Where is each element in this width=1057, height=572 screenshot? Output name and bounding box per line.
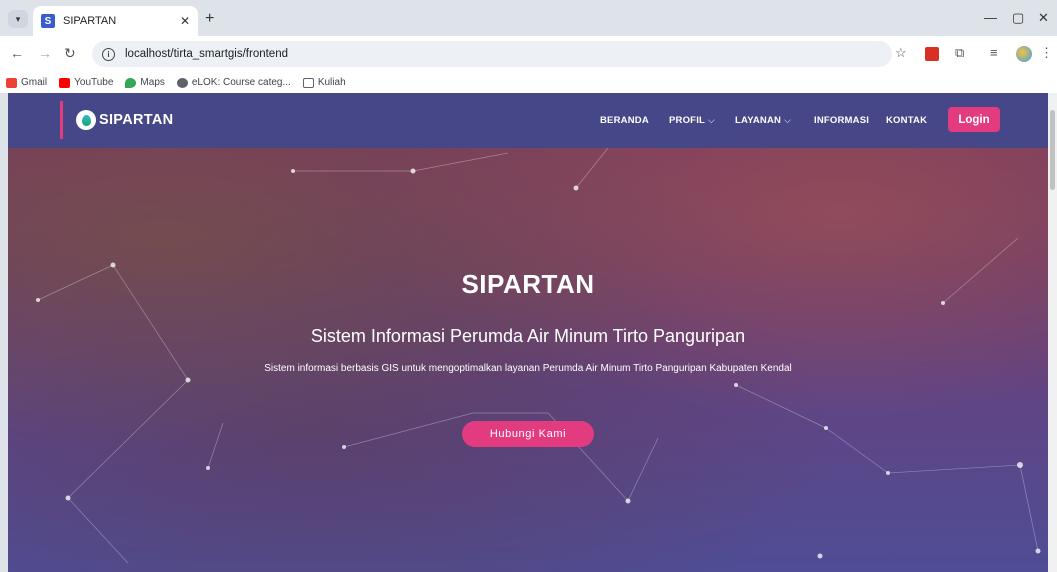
- reload-icon[interactable]: ↻: [64, 45, 76, 62]
- extension-icon[interactable]: [925, 47, 939, 61]
- page-scrollbar-thumb[interactable]: [1050, 110, 1055, 190]
- site-navbar: SIPARTAN BERANDA PROFIL ⌵ LAYANAN ⌵ INFORM…: [8, 93, 1048, 148]
- nav-layanan[interactable]: LAYANAN ⌵: [735, 115, 791, 126]
- nav-profil[interactable]: PROFIL ⌵: [669, 115, 715, 126]
- contact-us-button[interactable]: Hubungi Kami: [462, 421, 594, 447]
- bookmark-label: YouTube: [74, 77, 114, 88]
- youtube-icon: [59, 77, 71, 88]
- hero-title: SIPARTAN: [461, 269, 595, 299]
- bookmark-youtube[interactable]: YouTube: [59, 77, 113, 88]
- tab-search-icon[interactable]: ▾: [8, 10, 28, 28]
- minimize-icon[interactable]: —: [984, 10, 997, 25]
- folder-icon: [302, 77, 314, 88]
- profile-avatar[interactable]: [1016, 46, 1032, 62]
- hero-subtitle: Sistem Informasi Perumda Air Minum Tirto…: [310, 326, 746, 346]
- chevron-down-icon: ⌵: [784, 115, 792, 125]
- browser-tab[interactable]: S SIPARTAN ✕: [33, 6, 198, 36]
- brand-name[interactable]: SIPARTAN: [99, 112, 173, 128]
- bookmark-label: Gmail: [21, 77, 48, 88]
- tab-title: SIPARTAN: [63, 15, 117, 27]
- bookmark-elok[interactable]: eLOK: Course categ...: [176, 77, 291, 88]
- bookmark-maps[interactable]: Maps: [125, 77, 165, 88]
- bookmark-kuliah[interactable]: Kuliah: [302, 77, 346, 88]
- nav-kontak[interactable]: KONTAK: [886, 115, 927, 126]
- window-close-icon[interactable]: ✕: [1038, 10, 1049, 26]
- nav-informasi[interactable]: INFORMASI: [814, 115, 869, 126]
- tab-close-icon[interactable]: ✕: [180, 14, 190, 28]
- web-page: SIPARTAN BERANDA PROFIL ⌵ LAYANAN ⌵ INFORM…: [8, 93, 1048, 572]
- forward-icon[interactable]: →: [38, 45, 52, 61]
- browser-tab-strip: ▾ S SIPARTAN ✕ + — ▢ ✕: [0, 0, 1057, 36]
- nav-layanan-label: LAYANAN: [735, 115, 782, 126]
- back-icon[interactable]: ←: [10, 45, 24, 61]
- bookmark-label: Kuliah: [317, 77, 346, 88]
- bookmark-star-icon[interactable]: ☆: [895, 45, 907, 61]
- menu-kebab-icon[interactable]: ⋮: [1040, 45, 1053, 61]
- bookmark-label: eLOK: Course categ...: [191, 77, 291, 88]
- water-drop-logo-icon[interactable]: [76, 110, 96, 130]
- bookmark-gmail[interactable]: Gmail: [6, 77, 47, 88]
- maximize-icon[interactable]: ▢: [1012, 10, 1024, 26]
- extensions-puzzle-icon[interactable]: ⧉: [955, 45, 964, 61]
- bookmarks-bar: Gmail YouTube Maps eLOK: Course categ...…: [0, 72, 1057, 93]
- brand-accent-bar: [60, 101, 63, 139]
- bookmark-label: Maps: [140, 77, 165, 88]
- site-info-icon[interactable]: i: [102, 47, 115, 61]
- hero-description: Sistem informasi berbasis GIS untuk meng…: [264, 363, 792, 374]
- nav-beranda[interactable]: BERANDA: [600, 115, 649, 126]
- maps-icon: [125, 77, 137, 88]
- chevron-down-icon: ⌵: [708, 115, 716, 125]
- address-bar[interactable]: i localhost/tirta_smartgis/frontend: [92, 41, 892, 67]
- login-button[interactable]: Login: [948, 107, 1000, 132]
- url-text: localhost/tirta_smartgis/frontend: [125, 48, 288, 60]
- tab-favicon: S: [41, 14, 55, 28]
- gmail-icon: [6, 77, 17, 88]
- nav-profil-label: PROFIL: [669, 115, 706, 126]
- new-tab-icon[interactable]: +: [205, 11, 214, 27]
- browser-toolbar: ← → ↻ i localhost/tirta_smartgis/fronten…: [0, 36, 1057, 72]
- reading-list-icon[interactable]: ≡: [990, 45, 998, 60]
- globe-icon: [176, 77, 188, 88]
